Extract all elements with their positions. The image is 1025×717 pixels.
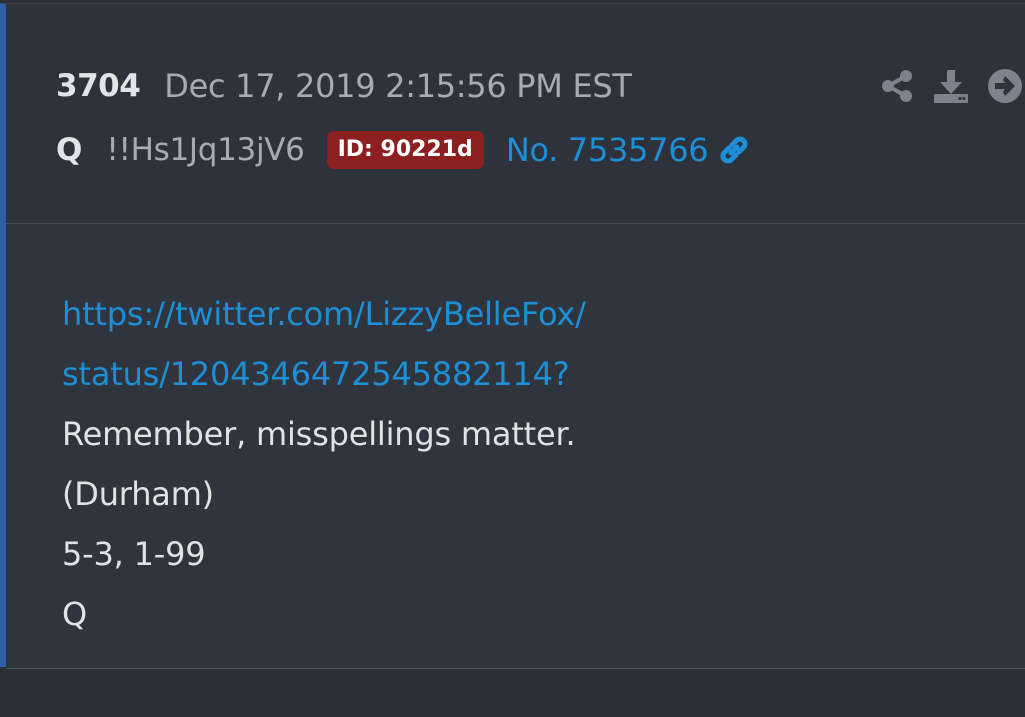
post-signature: Q (62, 595, 87, 633)
post-number-link[interactable]: No. 7535766 (506, 131, 709, 169)
post-author-row: Q !!Hs1Jq13jV6 ID: 90221d No. 7535766 (56, 128, 752, 172)
post-header: 3704 Dec 17, 2019 2:15:56 PM EST Q !!Hs1… (6, 4, 1025, 224)
post-text-line: 5-3, 1-99 (62, 535, 206, 573)
post-meta-row: 3704 Dec 17, 2019 2:15:56 PM EST (56, 66, 632, 106)
post-content: https://twitter.com/LizzyBelleFox/ statu… (62, 284, 586, 644)
page-frame: 3704 Dec 17, 2019 2:15:56 PM EST Q !!Hs1… (0, 0, 1025, 717)
post-text-line: Remember, misspellings matter. (62, 415, 576, 453)
tripcode: !!Hs1Jq13jV6 (106, 132, 305, 168)
twitter-link-line-2[interactable]: status/1204346472545882114? (62, 344, 586, 404)
link-icon[interactable] (716, 132, 752, 168)
post-text-line: (Durham) (62, 475, 214, 513)
post-number: 3704 (56, 68, 141, 104)
download-icon[interactable] (932, 67, 970, 105)
post-card: 3704 Dec 17, 2019 2:15:56 PM EST Q !!Hs1… (0, 3, 1025, 669)
post-body: https://twitter.com/LizzyBelleFox/ statu… (6, 224, 1025, 669)
twitter-link-line-1[interactable]: https://twitter.com/LizzyBelleFox/ (62, 284, 586, 344)
post-timestamp: Dec 17, 2019 2:15:56 PM EST (164, 67, 632, 105)
arrow-circle-right-icon[interactable] (986, 67, 1024, 105)
post-actions (878, 66, 1025, 106)
id-badge[interactable]: ID: 90221d (326, 131, 484, 169)
share-icon[interactable] (878, 67, 916, 105)
author-name: Q (56, 132, 83, 168)
